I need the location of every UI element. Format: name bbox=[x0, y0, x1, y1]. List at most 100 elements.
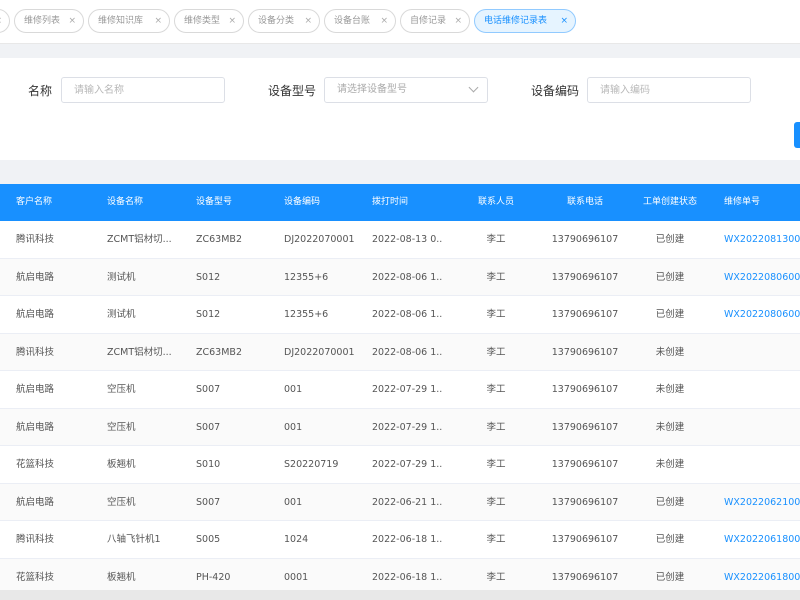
cell-device-name: 空压机 bbox=[107, 384, 136, 395]
cell-repair-no[interactable]: WX20220806000 bbox=[724, 259, 800, 296]
chevron-down-icon bbox=[468, 82, 479, 93]
tab-0[interactable]: × bbox=[0, 9, 10, 33]
cell-phone: 13790696107 bbox=[551, 459, 619, 470]
table-row[interactable]: 腾讯科技 ZCMT铝材切... ZC63MB2 DJ2022070001 2022-08… bbox=[0, 221, 800, 259]
table-row[interactable]: 航启电路 空压机 S007 001 2022-06-21 1... 李工 137906961… bbox=[0, 483, 800, 521]
cell-call-time: 2022-08-13 0... bbox=[372, 234, 442, 245]
cell-phone: 13790696107 bbox=[551, 234, 619, 245]
cell-contact: 李工 bbox=[486, 421, 506, 433]
cell-phone: 13790696107 bbox=[551, 346, 619, 358]
cell-call-time: 2022-07-29 1... bbox=[372, 384, 442, 395]
cell-device-name: 测试机 bbox=[107, 271, 136, 283]
close-icon[interactable]: × bbox=[454, 10, 462, 32]
cell-order-status: 未创建 bbox=[655, 459, 685, 470]
header-device-name: 设备名称 bbox=[107, 197, 144, 207]
tab-repair-list[interactable]: 维修列表 × bbox=[14, 9, 84, 33]
table-body: 腾讯科技 ZCMT铝材切... ZC63MB2 DJ2022070001 2022-08… bbox=[0, 221, 800, 596]
cell-customer: 航启电路 bbox=[16, 384, 55, 395]
close-icon[interactable]: × bbox=[0, 10, 2, 32]
cell-order-status: 未创建 bbox=[655, 346, 685, 358]
cell-order-status: 已创建 bbox=[655, 309, 685, 320]
header-phone: 联系电话 bbox=[566, 197, 603, 207]
cell-device-code: 001 bbox=[284, 384, 303, 395]
name-input[interactable] bbox=[61, 77, 225, 103]
table-row[interactable]: 航启电路 测试机 S012 12355+6 2022-08-06 1... 李工 13790… bbox=[0, 258, 800, 296]
cell-order-status: 已创建 bbox=[655, 234, 685, 245]
header-order-status: 工单创建状态 bbox=[642, 197, 697, 207]
close-icon[interactable]: × bbox=[228, 10, 236, 32]
cell-repair-no[interactable]: WX20220813000 bbox=[724, 221, 800, 258]
close-icon[interactable]: × bbox=[560, 10, 568, 32]
cell-device-model: ZC63MB2 bbox=[196, 234, 242, 245]
tab-self-repair-record[interactable]: 自修记录 × bbox=[400, 9, 470, 33]
tab-repair-knowledge[interactable]: 维修知识库 × bbox=[88, 9, 170, 33]
table-row[interactable]: 腾讯科技 八轴飞针机1 S005 1024 2022-06-18 1... 李工 13790… bbox=[0, 521, 800, 559]
tab-device-ledger[interactable]: 设备台账 × bbox=[324, 9, 396, 33]
cell-device-code: DJ2022070001 bbox=[284, 346, 355, 358]
header-device-model: 设备型号 bbox=[196, 197, 233, 207]
cell-device-code: 12355+6 bbox=[284, 309, 329, 320]
cell-device-model: S007 bbox=[196, 496, 221, 508]
cell-contact: 李工 bbox=[486, 234, 506, 245]
cell-device-name: 测试机 bbox=[107, 309, 136, 320]
table-row[interactable]: 航启电路 空压机 S007 001 2022-07-29 1... 李工 137906961… bbox=[0, 371, 800, 409]
cell-device-model: S007 bbox=[196, 384, 221, 395]
horizontal-scrollbar[interactable] bbox=[0, 590, 800, 600]
cell-device-model: S010 bbox=[196, 459, 221, 470]
cell-device-model: S005 bbox=[196, 534, 221, 545]
cell-repair-no[interactable]: WX20220806000 bbox=[724, 296, 800, 333]
cell-call-time: 2022-06-18 1... bbox=[372, 534, 442, 545]
cell-phone: 13790696107 bbox=[551, 421, 619, 433]
close-icon[interactable]: × bbox=[304, 10, 312, 32]
table-row[interactable]: 花篮科技 板翘机 S010 S20220719 2022-07-29 1... 李工 137… bbox=[0, 446, 800, 484]
header-repair-no: 维修单号 bbox=[724, 197, 761, 207]
cell-contact: 李工 bbox=[486, 271, 506, 283]
close-icon[interactable]: × bbox=[68, 10, 76, 32]
action-button-edge[interactable] bbox=[794, 122, 800, 148]
cell-customer: 腾讯科技 bbox=[16, 346, 55, 358]
table-row[interactable]: 航启电路 测试机 S012 12355+6 2022-08-06 1... 李工 13790… bbox=[0, 296, 800, 334]
cell-device-name: ZCMT铝材切... bbox=[107, 346, 172, 358]
cell-call-time: 2022-07-29 1... bbox=[372, 421, 442, 433]
cell-call-time: 2022-08-06 1... bbox=[372, 271, 442, 283]
close-icon[interactable]: × bbox=[380, 10, 388, 32]
cell-contact: 李工 bbox=[486, 384, 506, 395]
cell-repair-no[interactable]: WX20220618000 bbox=[724, 521, 800, 558]
cell-customer: 花篮科技 bbox=[16, 459, 55, 470]
cell-order-status: 已创建 bbox=[655, 496, 685, 508]
tab-repair-type[interactable]: 维修类型 × bbox=[174, 9, 244, 33]
header-device-code: 设备编码 bbox=[284, 197, 321, 207]
cell-contact: 李工 bbox=[486, 534, 506, 545]
cell-device-model: S007 bbox=[196, 421, 221, 433]
model-select[interactable]: 请选择设备型号 bbox=[324, 77, 488, 103]
cell-device-model: ZC63MB2 bbox=[196, 346, 242, 358]
cell-contact: 李工 bbox=[486, 459, 506, 470]
search-panel: 名称 设备型号 请选择设备型号 设备编码 bbox=[0, 58, 800, 160]
cell-repair-no[interactable]: WX20220621000 bbox=[724, 484, 800, 521]
cell-device-name: 板翘机 bbox=[107, 459, 136, 470]
cell-order-status: 已创建 bbox=[655, 271, 685, 283]
header-call-time: 拨打时间 bbox=[372, 197, 409, 207]
table-row[interactable]: 航启电路 空压机 S007 001 2022-07-29 1... 李工 137906961… bbox=[0, 408, 800, 446]
cell-order-status: 未创建 bbox=[655, 384, 685, 395]
tab-device-category[interactable]: 设备分类 × bbox=[248, 9, 320, 33]
cell-device-code: S20220719 bbox=[284, 459, 339, 470]
cell-phone: 13790696107 bbox=[551, 534, 619, 545]
cell-contact: 李工 bbox=[486, 496, 506, 508]
tags-view-bar: × 维修列表× 维修知识库× 维修类型× 设备分类× 设备台账× 自修记录× 电… bbox=[0, 0, 800, 44]
cell-device-model: S012 bbox=[196, 309, 221, 320]
cell-call-time: 2022-06-21 1... bbox=[372, 496, 442, 508]
table-row[interactable]: 腾讯科技 ZCMT铝材切... ZC63MB2 DJ2022070001 2022-08… bbox=[0, 333, 800, 371]
cell-contact: 李工 bbox=[486, 309, 506, 320]
model-label: 设备型号 bbox=[268, 84, 317, 98]
close-icon[interactable]: × bbox=[154, 10, 162, 32]
cell-device-code: 12355+6 bbox=[284, 271, 329, 283]
tab-phone-repair-record[interactable]: 电话维修记录表 × bbox=[474, 9, 576, 33]
cell-order-status: 已创建 bbox=[655, 534, 685, 545]
cell-phone: 13790696107 bbox=[551, 309, 619, 320]
cell-device-code: 1024 bbox=[284, 534, 309, 545]
code-input[interactable] bbox=[587, 77, 751, 103]
cell-customer: 腾讯科技 bbox=[16, 234, 55, 245]
cell-device-code: 001 bbox=[284, 496, 303, 508]
cell-device-name: 空压机 bbox=[107, 496, 136, 508]
